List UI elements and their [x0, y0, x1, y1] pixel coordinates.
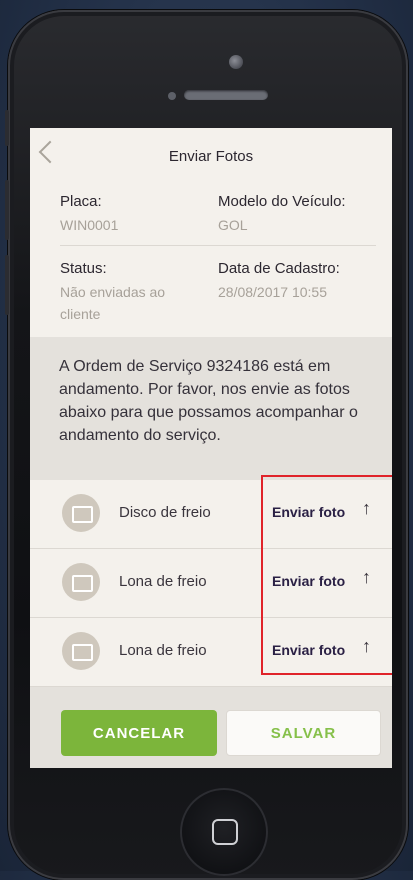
side-button: [5, 180, 9, 240]
proximity-sensor: [168, 92, 176, 100]
placa-label: Placa:: [60, 193, 102, 210]
modelo-label: Modelo do Veículo:: [218, 193, 346, 210]
image-frame: [72, 644, 93, 661]
modelo-value: GOL: [218, 217, 248, 233]
photo-label: Lona de freio: [119, 642, 207, 659]
save-button[interactable]: SALVAR: [226, 710, 381, 756]
service-order-message: A Ordem de Serviço 9324186 está em andam…: [59, 358, 358, 444]
front-camera: [229, 55, 243, 69]
nav-bar: Enviar Fotos: [30, 128, 392, 180]
image-frame: [72, 575, 93, 592]
photo-label: Lona de freio: [119, 573, 207, 590]
home-button[interactable]: [180, 788, 268, 876]
side-button: [5, 110, 9, 146]
photo-label: Disco de freio: [119, 504, 211, 521]
data-cadastro-label: Data de Cadastro:: [218, 260, 340, 277]
image-icon: [62, 563, 100, 601]
side-button: [5, 255, 9, 315]
divider: [60, 245, 376, 246]
app-screen: Enviar Fotos Placa: WIN0001 Modelo do Ve…: [30, 128, 392, 768]
highlight-box: [261, 475, 392, 675]
cancel-button[interactable]: CANCELAR: [61, 710, 217, 756]
page-title: Enviar Fotos: [168, 148, 254, 165]
image-icon: [62, 494, 100, 532]
image-frame: [72, 506, 93, 523]
status-value: Não enviadas ao: [60, 284, 166, 300]
earpiece-speaker: [184, 90, 268, 100]
home-square-icon: [212, 819, 238, 845]
placa-value: WIN0001: [60, 217, 119, 233]
status-label: Status:: [60, 260, 107, 277]
status-value-continued: cliente: [60, 306, 101, 322]
image-icon: [62, 632, 100, 670]
footer-bar: CANCELAR SALVAR: [30, 687, 392, 768]
data-cadastro-value: 28/08/2017 10:55: [218, 284, 327, 300]
message-panel: A Ordem de Serviço 9324186 está em andam…: [30, 337, 392, 480]
